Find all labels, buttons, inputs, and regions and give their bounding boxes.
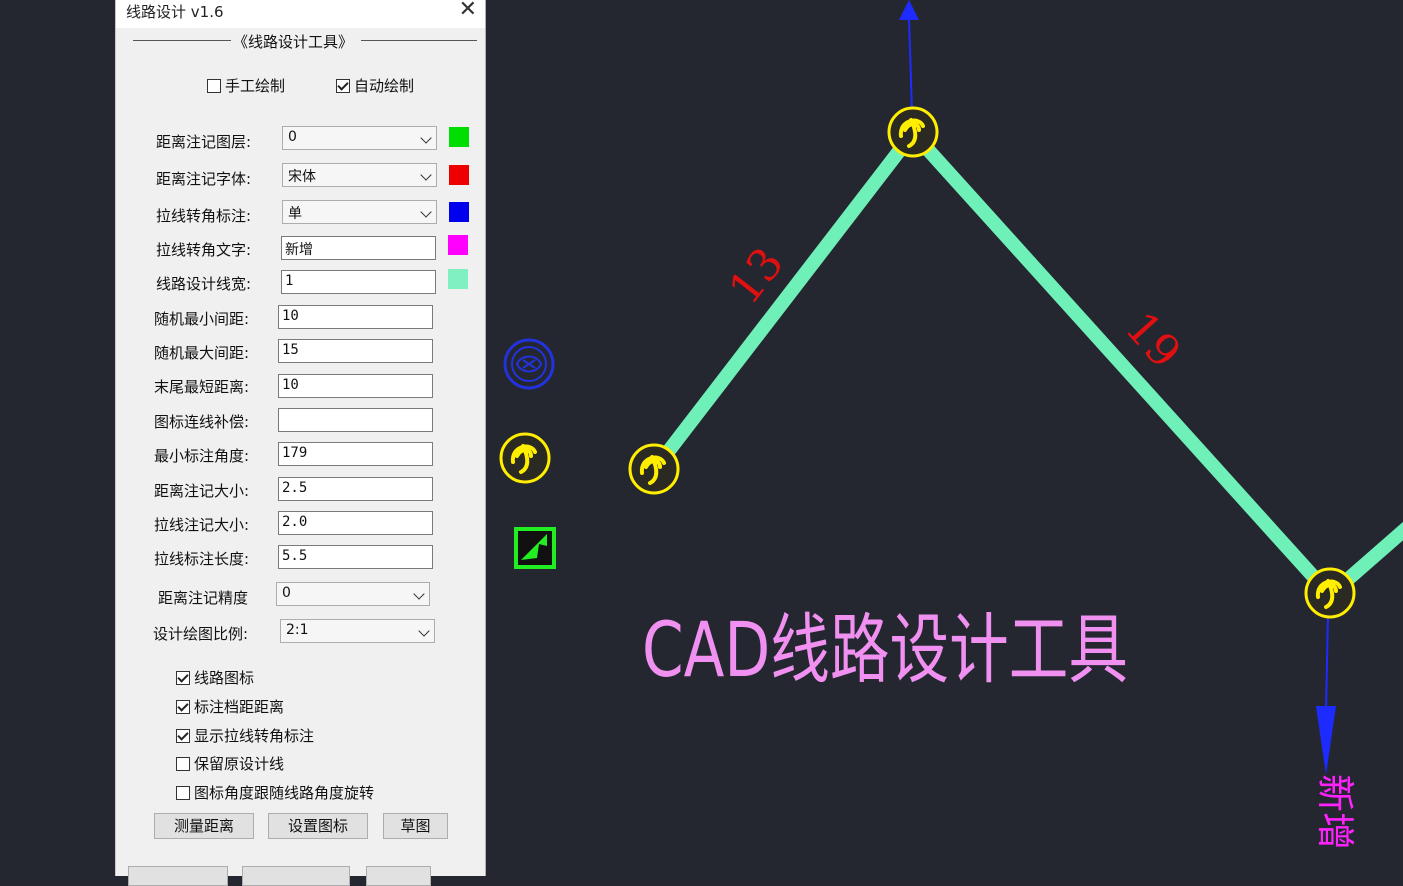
tail-min-input[interactable]: 10 <box>278 374 433 398</box>
bottom-guy-arrow <box>1316 706 1336 775</box>
group-title: 《线路设计工具》 <box>231 31 356 52</box>
guy-angle-text: 新增 <box>1313 774 1357 850</box>
sketch-button[interactable]: 草图 <box>383 813 448 839</box>
dist-font-value: 宋体 <box>288 169 316 185</box>
dist-size-input[interactable]: 2.5 <box>278 477 433 501</box>
scale-label: 设计绘图比例: <box>153 625 249 643</box>
guy-angle-text-color-swatch[interactable] <box>448 235 468 255</box>
min-angle-input[interactable]: 179 <box>278 442 433 466</box>
legend-well-icon <box>503 338 555 390</box>
icon-comp-label: 图标连线补偿: <box>154 413 250 431</box>
legend-pole-icon <box>499 432 551 484</box>
option-check-icon[interactable] <box>176 699 190 714</box>
tail-min-label: 末尾最短距离: <box>154 378 250 396</box>
set-icon-button[interactable]: 设置图标 <box>268 813 368 839</box>
pole-icon <box>1304 567 1356 619</box>
top-guy-line <box>908 17 913 113</box>
dist-precision-select[interactable]: 0 <box>276 582 430 606</box>
option-line-icon-checkbox[interactable]: 线路图标 <box>176 667 254 688</box>
dist-precision-value: 0 <box>282 585 291 601</box>
dialog-title: 线路设计 v1.6 <box>126 3 224 21</box>
bottom-button-3[interactable] <box>366 866 431 886</box>
manual-draw-label: 手工绘制 <box>225 77 286 95</box>
auto-draw-checkbox[interactable]: 自动绘制 <box>336 75 414 96</box>
title-bar: 线路设计 v1.6 ✕ <box>116 0 485 28</box>
group-divider-left <box>133 40 233 41</box>
guy-angle-mark-label: 拉线转角标注: <box>156 207 252 225</box>
guy-len-label: 拉线标注长度: <box>154 550 250 568</box>
option-icon-rotate-checkbox[interactable]: 图标角度跟随线路角度旋转 <box>176 782 374 803</box>
top-guy-arrow <box>899 0 919 20</box>
rand-min-label: 随机最小间距: <box>154 310 250 328</box>
manual-draw-check-icon[interactable] <box>207 78 221 93</box>
option-label: 保留原设计线 <box>194 755 285 773</box>
bottom-guy-line <box>1325 614 1329 711</box>
guy-size-label: 拉线注记大小: <box>154 516 250 534</box>
guy-angle-text-label: 拉线转角文字: <box>156 241 252 259</box>
dist-size-label: 距离注记大小: <box>154 482 250 500</box>
auto-draw-label: 自动绘制 <box>354 77 415 95</box>
chevron-down-icon <box>420 132 432 144</box>
chevron-down-icon <box>413 588 425 600</box>
manual-draw-checkbox[interactable]: 手工绘制 <box>207 75 285 96</box>
option-check-icon[interactable] <box>176 728 190 743</box>
pole-icon <box>628 443 680 495</box>
dist-font-label: 距离注记字体: <box>156 170 252 188</box>
option-span-distance-checkbox[interactable]: 标注档距距离 <box>176 696 284 717</box>
scale-select[interactable]: 2:1 <box>280 619 435 643</box>
line-width-label: 线路设计线宽: <box>156 275 252 293</box>
option-check-icon[interactable] <box>176 670 190 685</box>
guy-angle-mark-value: 单 <box>288 206 302 222</box>
guy-angle-mark-color-swatch[interactable] <box>449 202 469 222</box>
chevron-down-icon <box>420 169 432 181</box>
line-width-color-swatch[interactable] <box>448 269 468 289</box>
icon-comp-input[interactable] <box>278 408 433 432</box>
measure-distance-button[interactable]: 测量距离 <box>154 813 254 839</box>
rand-max-label: 随机最大间距: <box>154 344 250 362</box>
close-icon[interactable]: ✕ <box>459 0 477 22</box>
line-design-dialog: 线路设计 v1.6 ✕ 《线路设计工具》 手工绘制 自动绘制 距离注记图层: 0… <box>115 0 486 886</box>
scale-value: 2:1 <box>286 622 309 638</box>
min-angle-label: 最小标注角度: <box>154 447 250 465</box>
dist-precision-label: 距离注记精度 <box>158 589 249 607</box>
guy-angle-mark-select[interactable]: 单 <box>282 200 437 224</box>
auto-draw-check-icon[interactable] <box>336 78 350 93</box>
option-label: 显示拉线转角标注 <box>194 727 315 745</box>
option-label: 线路图标 <box>194 669 255 687</box>
guy-angle-text-input[interactable]: 新增 <box>281 236 436 260</box>
chevron-down-icon <box>420 206 432 218</box>
dist-layer-select[interactable]: 0 <box>282 126 437 150</box>
option-check-icon[interactable] <box>176 756 190 771</box>
option-keep-original-checkbox[interactable]: 保留原设计线 <box>176 753 284 774</box>
dist-font-select[interactable]: 宋体 <box>282 163 437 187</box>
route-line <box>648 122 1403 605</box>
option-show-guy-angle-checkbox[interactable]: 显示拉线转角标注 <box>176 725 314 746</box>
legend-box-icon <box>514 527 556 569</box>
bottom-button-1[interactable] <box>128 866 228 886</box>
line-width-input[interactable]: 1 <box>281 270 436 294</box>
dist-layer-value: 0 <box>288 129 297 145</box>
dist-layer-color-swatch[interactable] <box>449 127 469 147</box>
dist-font-color-swatch[interactable] <box>449 165 469 185</box>
group-divider-right <box>361 40 477 41</box>
option-check-icon[interactable] <box>176 785 190 800</box>
guy-len-input[interactable]: 5.5 <box>278 545 433 569</box>
rand-min-input[interactable]: 10 <box>278 305 433 329</box>
guy-size-input[interactable]: 2.0 <box>278 511 433 535</box>
bottom-button-2[interactable] <box>242 866 350 886</box>
banner-text: CAD线路设计工具 <box>642 605 1128 694</box>
option-label: 图标角度跟随线路角度旋转 <box>194 784 375 802</box>
option-label: 标注档距距离 <box>194 698 285 716</box>
pole-icon <box>887 106 939 158</box>
dist-layer-label: 距离注记图层: <box>156 133 252 151</box>
chevron-down-icon <box>418 625 430 637</box>
rand-max-input[interactable]: 15 <box>278 339 433 363</box>
